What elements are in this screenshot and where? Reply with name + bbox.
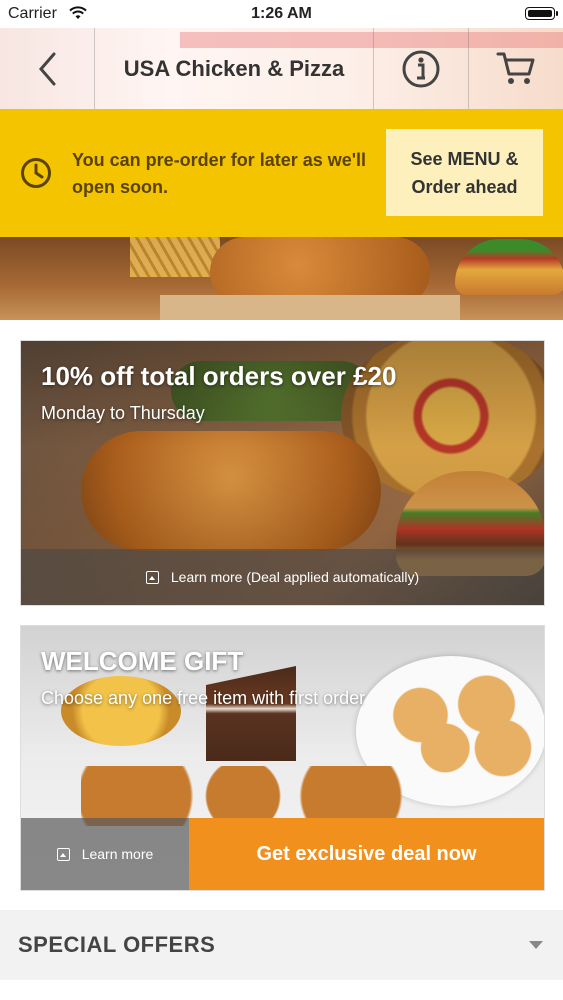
back-chevron-icon [39, 52, 56, 85]
burger-image [455, 239, 563, 295]
learn-more-label: Learn more [81, 846, 154, 862]
cta-line-1: See MENU & [410, 148, 519, 169]
deal-subtitle: Choose any one free item with first orde… [41, 688, 366, 708]
back-button[interactable] [0, 28, 94, 109]
garlic-bread-image [371, 671, 536, 781]
deal-card-discount[interactable]: 10% off total orders over £20 Monday to … [20, 340, 545, 606]
clock-time: 1:26 AM [251, 5, 312, 22]
preorder-banner: You can pre-order for later as we'll ope… [0, 109, 563, 237]
learn-more-link[interactable]: Learn more [21, 818, 189, 890]
deal-headline: WELCOME GIFT [41, 646, 244, 676]
clock-icon [21, 158, 51, 188]
learn-more-label: Learn more (Deal applied automatically) [170, 569, 420, 585]
content-peek [0, 980, 563, 1000]
cart-icon [496, 52, 535, 84]
deals-section: 10% off total orders over £20 Monday to … [0, 320, 563, 910]
cake-image [206, 666, 296, 761]
battery-icon [525, 7, 558, 20]
cart-button[interactable] [469, 28, 563, 109]
hero-food-image [0, 237, 563, 320]
nav-header: USA Chicken & Pizza [0, 28, 563, 110]
deal-headline: 10% off total orders over £20 [41, 361, 397, 391]
info-button[interactable] [374, 28, 468, 109]
image-icon [56, 847, 70, 861]
preorder-message: You can pre-order for later as we'll ope… [72, 150, 367, 197]
image-icon [145, 570, 159, 584]
learn-more-link[interactable]: Learn more (Deal applied automatically) [21, 549, 544, 605]
status-bar: Carrier 1:26 AM [0, 0, 563, 28]
page-title: USA Chicken & Pizza [123, 56, 345, 81]
special-offers-label: SPECIAL OFFERS [18, 932, 216, 957]
chicken-strips-image [81, 766, 441, 826]
special-offers-header[interactable]: SPECIAL OFFERS [0, 910, 563, 980]
deal-subtitle: Monday to Thursday [41, 403, 205, 423]
pie-image [61, 676, 181, 746]
info-icon [402, 50, 440, 87]
chevron-down-icon [529, 941, 543, 949]
board-image [160, 295, 460, 320]
get-exclusive-deal-button[interactable]: Get exclusive deal now [189, 818, 544, 890]
deal-card-welcome-gift[interactable]: WELCOME GIFT Choose any one free item wi… [20, 625, 545, 891]
cta-line-2: Order ahead [411, 176, 518, 197]
fries-image [130, 237, 220, 277]
see-menu-order-ahead-button[interactable]: See MENU & Order ahead [386, 129, 543, 216]
